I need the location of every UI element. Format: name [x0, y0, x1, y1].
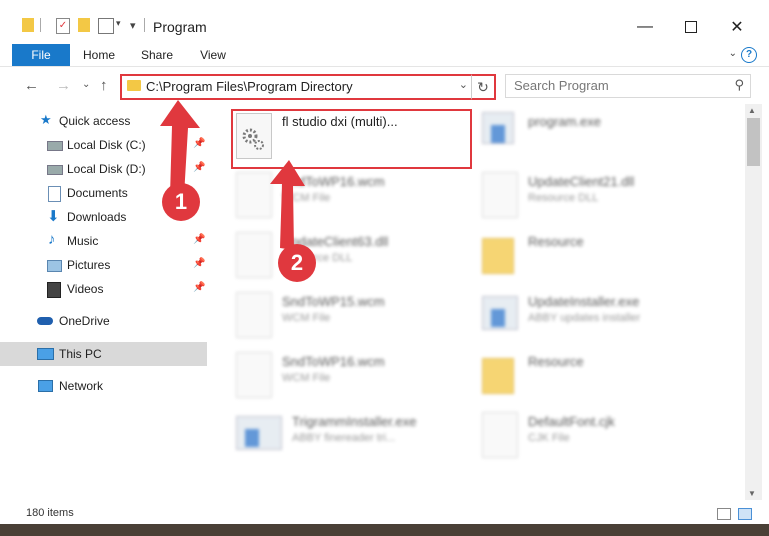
arrow-1	[160, 100, 200, 196]
annotation-arrows	[160, 100, 305, 250]
marker-2: 2	[278, 244, 316, 282]
file-explorer-window: ✓ ▾ ▾ Program — ✕ File Home Share View ⌄…	[0, 0, 769, 536]
arrow-2	[270, 160, 305, 250]
marker-1: 1	[162, 183, 200, 221]
